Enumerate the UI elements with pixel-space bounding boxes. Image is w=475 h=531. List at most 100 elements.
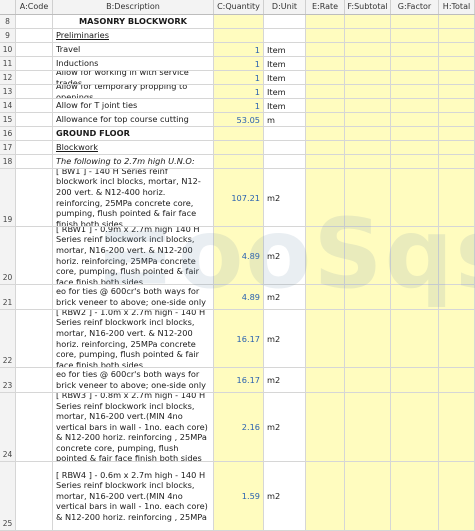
row-number[interactable]: 23 <box>0 368 16 392</box>
row-number[interactable]: 25 <box>0 462 16 530</box>
code-cell[interactable] <box>16 29 53 42</box>
rate-cell[interactable] <box>306 113 345 126</box>
unit-cell[interactable]: Item <box>264 85 306 98</box>
row-number[interactable]: 14 <box>0 99 16 112</box>
rate-cell[interactable] <box>306 85 345 98</box>
quantity-cell[interactable]: 1 <box>214 85 264 98</box>
total-cell[interactable] <box>439 85 475 98</box>
subtotal-cell[interactable] <box>345 169 391 226</box>
quantity-cell[interactable] <box>214 141 264 154</box>
rate-cell[interactable] <box>306 71 345 84</box>
description-cell[interactable]: [ RBW3 ] - 0.8m x 2.7m high - 140 H Seri… <box>53 393 214 461</box>
rate-cell[interactable] <box>306 43 345 56</box>
description-cell[interactable]: Allow for working in with service trades <box>53 71 214 84</box>
description-cell[interactable]: MASONRY BLOCKWORK <box>53 15 214 28</box>
factor-cell[interactable] <box>391 57 439 70</box>
total-cell[interactable] <box>439 141 475 154</box>
code-cell[interactable] <box>16 155 53 168</box>
row-number[interactable]: 21 <box>0 285 16 309</box>
total-cell[interactable] <box>439 71 475 84</box>
code-cell[interactable] <box>16 393 53 461</box>
column-header[interactable]: D:Unit <box>264 0 306 14</box>
quantity-cell[interactable]: 1 <box>214 57 264 70</box>
subtotal-cell[interactable] <box>345 43 391 56</box>
row-number[interactable]: 24 <box>0 393 16 461</box>
description-cell[interactable]: Travel <box>53 43 214 56</box>
row-number[interactable]: 22 <box>0 310 16 367</box>
factor-cell[interactable] <box>391 393 439 461</box>
code-cell[interactable] <box>16 71 53 84</box>
quantity-cell[interactable]: 16.17 <box>214 310 264 367</box>
factor-cell[interactable] <box>391 141 439 154</box>
quantity-cell[interactable]: 1 <box>214 99 264 112</box>
total-cell[interactable] <box>439 285 475 309</box>
code-cell[interactable] <box>16 127 53 140</box>
total-cell[interactable] <box>439 43 475 56</box>
quantity-cell[interactable]: 1 <box>214 43 264 56</box>
unit-cell[interactable] <box>264 141 306 154</box>
total-cell[interactable] <box>439 169 475 226</box>
rate-cell[interactable] <box>306 29 345 42</box>
rate-cell[interactable] <box>306 169 345 226</box>
subtotal-cell[interactable] <box>345 141 391 154</box>
unit-cell[interactable]: m2 <box>264 169 306 226</box>
factor-cell[interactable] <box>391 43 439 56</box>
quantity-cell[interactable] <box>214 155 264 168</box>
quantity-cell[interactable]: 4.89 <box>214 227 264 284</box>
unit-cell[interactable] <box>264 127 306 140</box>
rate-cell[interactable] <box>306 393 345 461</box>
unit-cell[interactable] <box>264 29 306 42</box>
corner-cell[interactable] <box>0 0 16 14</box>
subtotal-cell[interactable] <box>345 155 391 168</box>
column-header[interactable]: G:Factor <box>391 0 439 14</box>
rate-cell[interactable] <box>306 285 345 309</box>
description-cell[interactable]: Inductions <box>53 57 214 70</box>
description-cell[interactable]: Allowance for top course cutting <box>53 113 214 126</box>
column-header[interactable]: A:Code <box>16 0 53 14</box>
rate-cell[interactable] <box>306 227 345 284</box>
code-cell[interactable] <box>16 43 53 56</box>
factor-cell[interactable] <box>391 368 439 392</box>
quantity-cell[interactable]: 53.05 <box>214 113 264 126</box>
column-header[interactable]: H:Total <box>439 0 475 14</box>
row-number[interactable]: 15 <box>0 113 16 126</box>
row-number[interactable]: 18 <box>0 155 16 168</box>
unit-cell[interactable]: m2 <box>264 368 306 392</box>
factor-cell[interactable] <box>391 85 439 98</box>
row-number[interactable]: 17 <box>0 141 16 154</box>
factor-cell[interactable] <box>391 99 439 112</box>
code-cell[interactable] <box>16 85 53 98</box>
row-number[interactable]: 10 <box>0 43 16 56</box>
subtotal-cell[interactable] <box>345 57 391 70</box>
row-number[interactable]: 19 <box>0 169 16 226</box>
description-cell[interactable]: Preliminaries <box>53 29 214 42</box>
subtotal-cell[interactable] <box>345 310 391 367</box>
code-cell[interactable] <box>16 99 53 112</box>
unit-cell[interactable]: m2 <box>264 462 306 530</box>
code-cell[interactable] <box>16 113 53 126</box>
rate-cell[interactable] <box>306 368 345 392</box>
factor-cell[interactable] <box>391 113 439 126</box>
rate-cell[interactable] <box>306 99 345 112</box>
unit-cell[interactable]: Item <box>264 43 306 56</box>
description-cell[interactable]: eo for ties @ 600cr's both ways for bric… <box>53 285 214 309</box>
subtotal-cell[interactable] <box>345 99 391 112</box>
total-cell[interactable] <box>439 57 475 70</box>
description-cell[interactable]: [ RBW4 ] - 0.6m x 2.7m high - 140 H Seri… <box>53 462 214 530</box>
quantity-cell[interactable]: 2.16 <box>214 393 264 461</box>
factor-cell[interactable] <box>391 310 439 367</box>
column-header[interactable]: E:Rate <box>306 0 345 14</box>
code-cell[interactable] <box>16 310 53 367</box>
description-cell[interactable]: [ BW1 ] - 140 H Series reinf blockwork i… <box>53 169 214 226</box>
row-number[interactable]: 20 <box>0 227 16 284</box>
description-cell[interactable]: [ RBW2 ] - 1.0m x 2.7m high - 140 H Seri… <box>53 310 214 367</box>
total-cell[interactable] <box>439 155 475 168</box>
factor-cell[interactable] <box>391 155 439 168</box>
unit-cell[interactable]: Item <box>264 57 306 70</box>
factor-cell[interactable] <box>391 462 439 530</box>
subtotal-cell[interactable] <box>345 285 391 309</box>
code-cell[interactable] <box>16 285 53 309</box>
code-cell[interactable] <box>16 15 53 28</box>
row-number[interactable]: 8 <box>0 15 16 28</box>
factor-cell[interactable] <box>391 71 439 84</box>
